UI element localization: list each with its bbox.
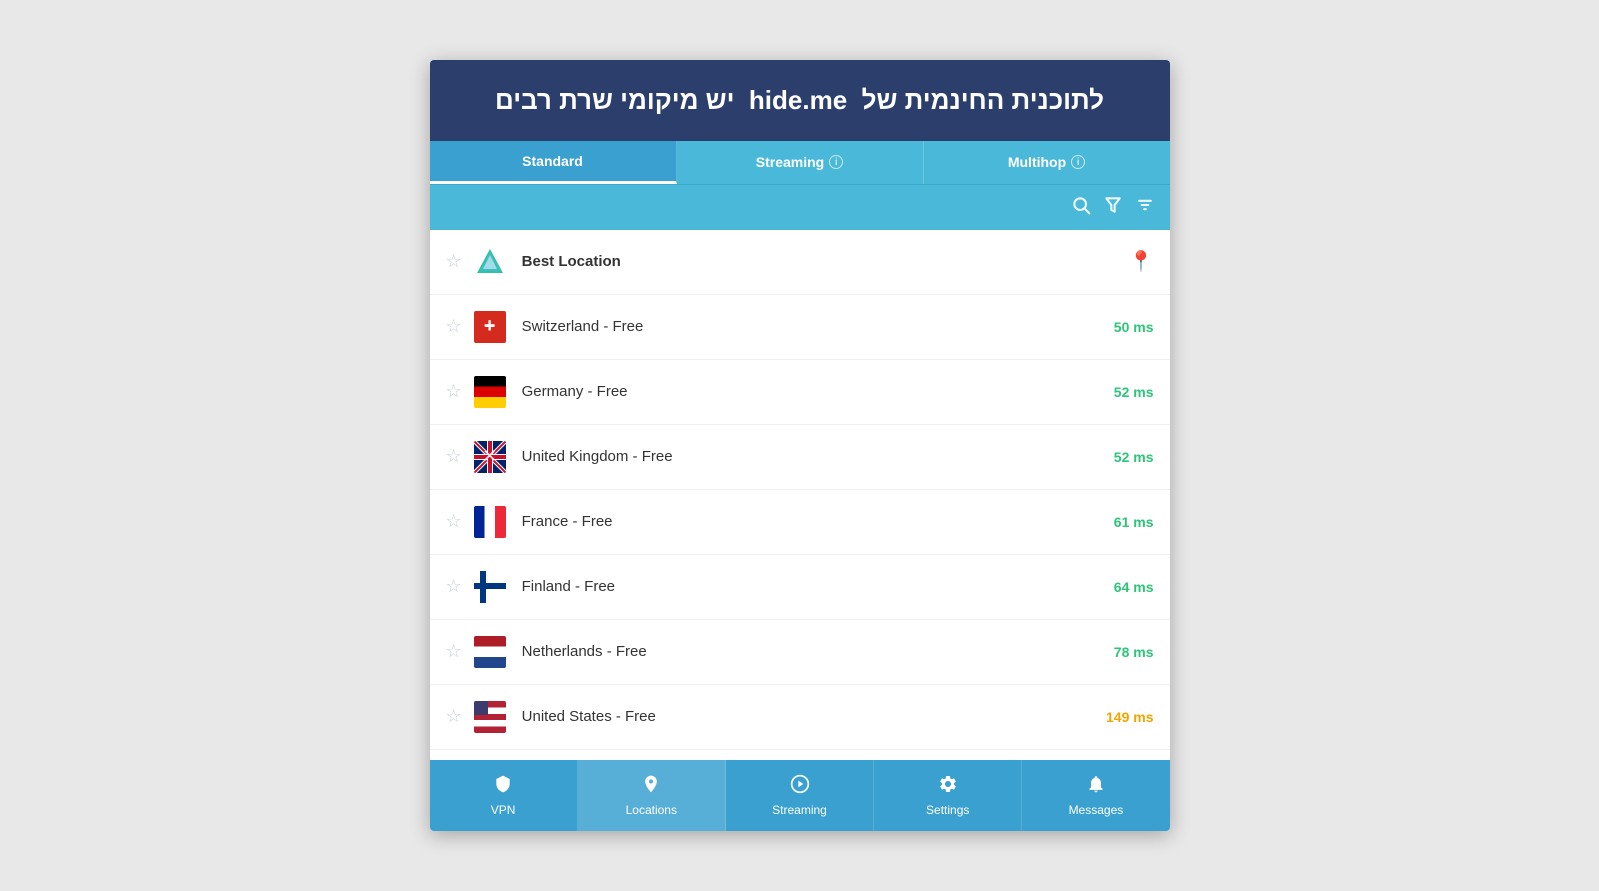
- ping-germany: 52 ms: [1114, 384, 1154, 400]
- flag-fr-badge: [474, 506, 506, 538]
- location-uk[interactable]: ☆ United Kingdom - Free: [430, 425, 1170, 490]
- location-name-uk: United Kingdom - Free: [522, 448, 1114, 465]
- tab-multihop-label: Multihop: [1008, 154, 1066, 170]
- location-list: ☆ Best Location 📍 ☆ + Switzerland - Free…: [430, 230, 1170, 760]
- flag-us: [472, 699, 508, 735]
- flag-netherlands: [472, 634, 508, 670]
- streaming-icon: [790, 774, 810, 799]
- streaming-info-icon: i: [829, 155, 843, 169]
- flag-best: [472, 244, 508, 280]
- flag-fi-badge: [474, 571, 506, 603]
- banner-text: לתוכנית החינמית של hide.me יש מיקומי שרת…: [460, 82, 1140, 118]
- ping-switzerland: 50 ms: [1114, 319, 1154, 335]
- nav-messages[interactable]: Messages: [1022, 760, 1169, 831]
- ping-finland: 64 ms: [1114, 579, 1154, 595]
- banner-text-before: לתוכנית החינמית של: [862, 85, 1104, 115]
- nav-vpn-label: VPN: [491, 803, 516, 817]
- flag-uk-badge: [474, 441, 506, 473]
- star-france[interactable]: ☆: [446, 511, 462, 532]
- location-germany[interactable]: ☆ Germany - Free 52 ms: [430, 360, 1170, 425]
- flag-finland: [472, 569, 508, 605]
- flag-france: [472, 504, 508, 540]
- tabs-row: Standard Streaming i Multihop i: [430, 141, 1170, 185]
- banner-text-after: יש מיקומי שרת רבים: [495, 85, 734, 115]
- app-wrapper: לתוכנית החינמית של hide.me יש מיקומי שרת…: [430, 60, 1170, 830]
- ping-uk: 52 ms: [1114, 449, 1154, 465]
- nav-settings-label: Settings: [926, 803, 969, 817]
- tab-streaming[interactable]: Streaming i: [677, 141, 924, 184]
- search-toolbar: [430, 185, 1170, 230]
- nav-streaming-label: Streaming: [772, 803, 827, 817]
- filter-button[interactable]: [1103, 195, 1123, 220]
- vpn-icon: [493, 774, 513, 799]
- location-name-best: Best Location: [522, 253, 1121, 270]
- location-name-switzerland: Switzerland - Free: [522, 318, 1114, 335]
- bottom-nav: VPN Locations Streaming: [430, 760, 1170, 831]
- nav-messages-label: Messages: [1069, 803, 1124, 817]
- location-name-finland: Finland - Free: [522, 578, 1114, 595]
- tab-standard-label: Standard: [522, 153, 583, 169]
- flag-us-badge: [474, 701, 506, 733]
- flag-germany: [472, 374, 508, 410]
- multihop-info-icon: i: [1071, 155, 1085, 169]
- location-name-us: United States - Free: [522, 708, 1106, 725]
- brand-name: hide.me: [749, 85, 847, 115]
- flag-nl-badge: [474, 636, 506, 668]
- sort-button[interactable]: [1135, 195, 1155, 220]
- star-finland[interactable]: ☆: [446, 576, 462, 597]
- ping-netherlands: 78 ms: [1114, 644, 1154, 660]
- flag-switzerland: +: [472, 309, 508, 345]
- flag-uk: [472, 439, 508, 475]
- search-button[interactable]: [1071, 195, 1091, 220]
- star-netherlands[interactable]: ☆: [446, 641, 462, 662]
- star-us[interactable]: ☆: [446, 706, 462, 727]
- banner: לתוכנית החינמית של hide.me יש מיקומי שרת…: [430, 60, 1170, 140]
- location-us[interactable]: ☆ United States - Free 149 ms: [430, 685, 1170, 750]
- nav-locations-label: Locations: [626, 803, 677, 817]
- ping-france: 61 ms: [1114, 514, 1154, 530]
- locations-icon: [641, 774, 661, 799]
- tab-multihop[interactable]: Multihop i: [924, 141, 1170, 184]
- location-france[interactable]: ☆ France - Free 61 ms: [430, 490, 1170, 555]
- pin-icon: 📍: [1129, 249, 1154, 274]
- flag-ch-badge: +: [474, 311, 506, 343]
- location-finland[interactable]: ☆ Finland - Free 64 ms: [430, 555, 1170, 620]
- tab-standard[interactable]: Standard: [430, 141, 677, 184]
- nav-streaming[interactable]: Streaming: [726, 760, 874, 831]
- location-name-germany: Germany - Free: [522, 383, 1114, 400]
- star-germany[interactable]: ☆: [446, 381, 462, 402]
- location-best-location[interactable]: ☆ Best Location 📍: [430, 230, 1170, 295]
- location-name-france: France - Free: [522, 513, 1114, 530]
- ping-us: 149 ms: [1106, 709, 1153, 725]
- location-name-netherlands: Netherlands - Free: [522, 643, 1114, 660]
- location-albania[interactable]: ☆ Albania Upgrade your plan: [430, 750, 1170, 760]
- flag-de-badge: [474, 376, 506, 408]
- star-best[interactable]: ☆: [446, 251, 462, 272]
- star-uk[interactable]: ☆: [446, 446, 462, 467]
- nav-locations[interactable]: Locations: [578, 760, 726, 831]
- settings-icon: [938, 774, 958, 799]
- nav-settings[interactable]: Settings: [874, 760, 1022, 831]
- nav-vpn[interactable]: VPN: [430, 760, 578, 831]
- tab-streaming-label: Streaming: [756, 154, 824, 170]
- location-switzerland[interactable]: ☆ + Switzerland - Free 50 ms: [430, 295, 1170, 360]
- location-netherlands[interactable]: ☆ Netherlands - Free 78 ms: [430, 620, 1170, 685]
- star-switzerland[interactable]: ☆: [446, 316, 462, 337]
- messages-icon: [1086, 774, 1106, 799]
